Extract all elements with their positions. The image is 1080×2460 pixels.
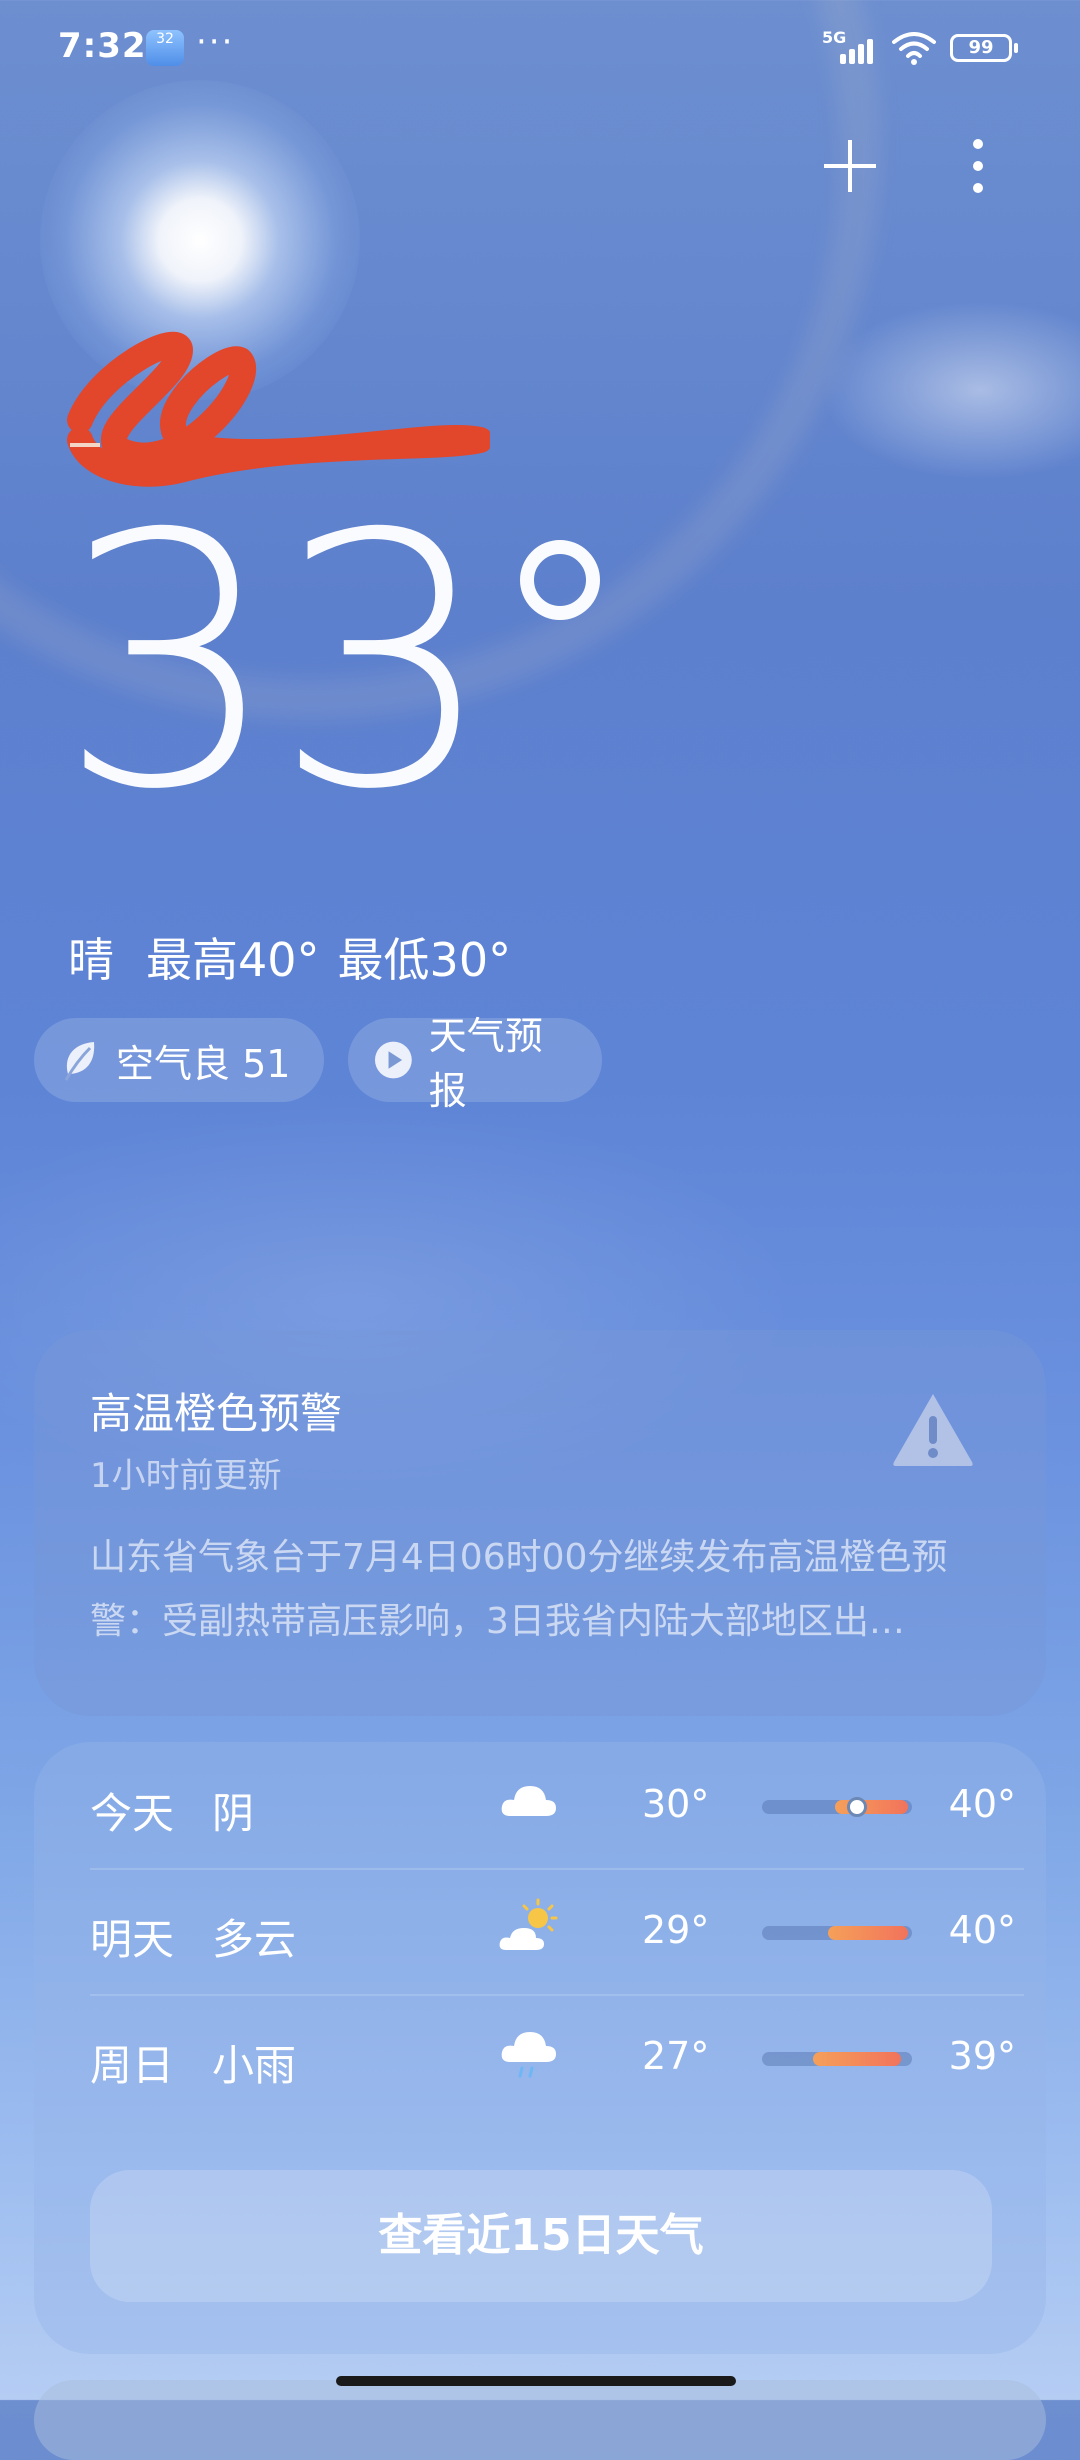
air-quality-chip[interactable]: 空气良 51	[34, 1018, 324, 1102]
current-temp-marker	[847, 1797, 868, 1817]
forecast-condition: 小雨	[212, 2041, 297, 2090]
today-summary: 晴最高40° 最低30°	[68, 924, 543, 990]
alert-body: 山东省气象台于7月4日06时00分继续发布高温橙色预警：受副热带高压影响，3日我…	[90, 1537, 948, 1642]
forecast-card: 今天 阴 30° 40° 明天 多云 29° 40° 周日 小雨 27° 39°…	[34, 1742, 1046, 2354]
degree-symbol	[520, 540, 600, 620]
forecast-day: 周日	[90, 2041, 175, 2090]
home-indicator[interactable]	[336, 2376, 736, 2386]
forecast-condition: 多云	[212, 1915, 297, 1964]
status-bar: 7:32 32 ··· 5G 99	[0, 0, 1080, 96]
cloudy-icon	[501, 1786, 556, 1816]
forecast-video-label: 天气预报	[428, 1014, 543, 1113]
forecast-day: 明天	[90, 1915, 175, 1964]
temp-range-bar	[762, 1926, 912, 1940]
today-high: 最高40°	[146, 933, 320, 987]
air-quality-label: 空气良 51	[116, 1041, 291, 1086]
signal-icon	[840, 36, 882, 64]
forecast-video-chip[interactable]: 天气预报	[348, 1014, 602, 1113]
forecast-high: 40°	[948, 1782, 1016, 1826]
forecast-high: 39°	[948, 2034, 1016, 2078]
forecast-row-sunday[interactable]: 周日 小雨 27° 39°	[90, 1994, 1024, 2120]
partly-cloudy-icon	[499, 1898, 558, 1950]
today-low: 最低30°	[337, 933, 512, 987]
leaf-icon	[64, 1042, 95, 1081]
temp-range-bar	[762, 2052, 912, 2066]
alert-title: 高温橙色预警	[90, 1389, 343, 1438]
notification-overflow-icon: ···	[196, 22, 235, 62]
warning-triangle-icon	[893, 1394, 973, 1466]
plus-icon[interactable]	[822, 138, 878, 194]
temp-range-bar	[762, 1797, 912, 1817]
forecast-row-today[interactable]: 今天 阴 30° 40°	[90, 1742, 1024, 1868]
forecast-low: 29°	[642, 1908, 710, 1952]
play-icon	[374, 1041, 412, 1079]
current-temperature: 33	[58, 461, 495, 866]
battery-indicator: 99	[950, 34, 1018, 62]
forecast-low: 27°	[642, 2034, 710, 2078]
temp-range-fill	[813, 2052, 902, 2066]
forecast-row-tomorrow[interactable]: 明天 多云 29° 40°	[90, 1868, 1024, 1994]
view-15-day-forecast-button[interactable]: 查看近15日天气	[90, 2170, 992, 2302]
weather-alert-card[interactable]: 高温橙色预警 1小时前更新 山东省气象台于7月4日06时00分继续发布高温橙色预…	[34, 1330, 1046, 1716]
temp-range-fill	[827, 1926, 909, 1940]
forecast-day: 今天	[90, 1789, 175, 1838]
alert-updated: 1小时前更新	[90, 1456, 282, 1496]
forecast-high: 40°	[948, 1908, 1016, 1952]
forecast-condition: 阴	[212, 1789, 255, 1838]
more-vertical-icon[interactable]	[968, 138, 988, 194]
cloud-haze	[820, 300, 1080, 480]
forecast-low: 30°	[642, 1782, 710, 1826]
wifi-icon	[892, 32, 936, 65]
next-card	[34, 2380, 1046, 2460]
current-condition: 晴	[68, 933, 114, 987]
weather-app-badge-icon: 32	[146, 30, 184, 66]
light-rain-icon	[501, 2032, 556, 2078]
status-time: 7:32	[58, 26, 147, 66]
